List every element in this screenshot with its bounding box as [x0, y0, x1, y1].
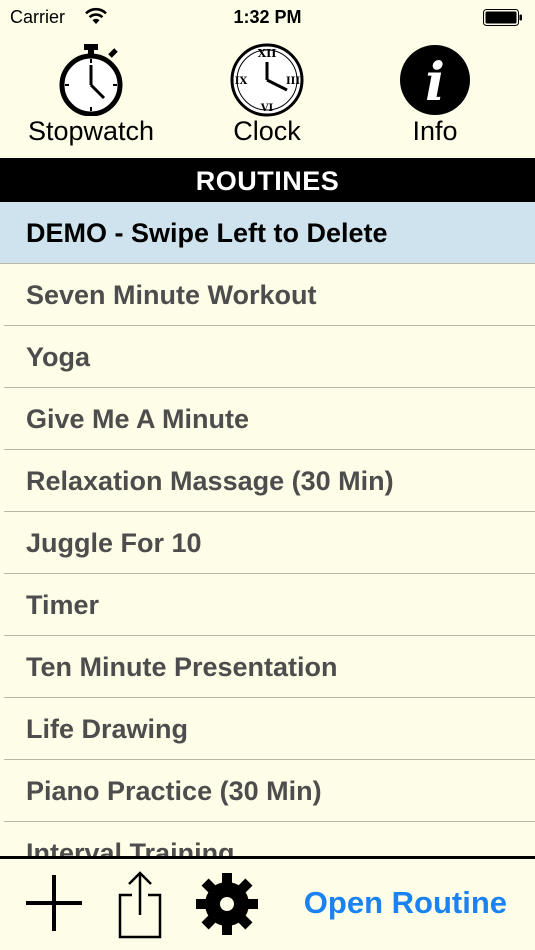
routine-list: DEMO - Swipe Left to Delete Seven Minute… [0, 202, 535, 856]
top-toolbar: Stopwatch XII III VI IX Clock i Info [0, 36, 535, 158]
routine-row[interactable]: Juggle For 10 [4, 512, 535, 574]
routine-row[interactable]: Give Me A Minute [4, 388, 535, 450]
bottom-toolbar: Open Routine [0, 856, 535, 950]
routine-row[interactable]: Interval Training [4, 822, 535, 856]
clock-icon: XII III VI IX [230, 43, 304, 117]
status-bar: Carrier 1:32 PM [0, 0, 535, 34]
share-icon [118, 871, 162, 939]
routine-row[interactable]: DEMO - Swipe Left to Delete [0, 202, 535, 264]
routine-row[interactable]: Seven Minute Workout [4, 264, 535, 326]
stopwatch-label: Stopwatch [27, 116, 155, 146]
routine-row[interactable]: Ten Minute Presentation [4, 636, 535, 698]
open-routine-button[interactable]: Open Routine [304, 885, 507, 921]
battery-icon [483, 9, 523, 26]
plus-icon [26, 875, 82, 931]
svg-text:IX: IX [235, 76, 248, 87]
clock-button[interactable]: XII III VI IX Clock [182, 36, 352, 158]
clock-label: Clock [233, 116, 301, 146]
routine-row[interactable]: Yoga [4, 326, 535, 388]
svg-text:III: III [286, 76, 300, 87]
svg-text:i: i [425, 52, 445, 113]
stopwatch-button[interactable]: Stopwatch [6, 36, 176, 158]
svg-text:XII: XII [258, 47, 277, 60]
status-time: 1:32 PM [233, 7, 302, 27]
routine-row[interactable]: Timer [4, 574, 535, 636]
info-icon: i [400, 45, 470, 115]
svg-text:VI: VI [260, 103, 274, 114]
share-button[interactable] [116, 869, 164, 946]
routine-row[interactable]: Piano Practice (30 Min) [4, 760, 535, 822]
stopwatch-icon [59, 44, 123, 116]
info-button[interactable]: i Info [350, 36, 520, 158]
add-button[interactable] [22, 871, 86, 940]
gear-icon [196, 873, 258, 935]
settings-button[interactable] [194, 871, 260, 942]
info-label: Info [412, 116, 458, 146]
routine-row[interactable]: Relaxation Massage (30 Min) [4, 450, 535, 512]
routine-row[interactable]: Life Drawing [4, 698, 535, 760]
routines-header: ROUTINES [0, 158, 535, 202]
